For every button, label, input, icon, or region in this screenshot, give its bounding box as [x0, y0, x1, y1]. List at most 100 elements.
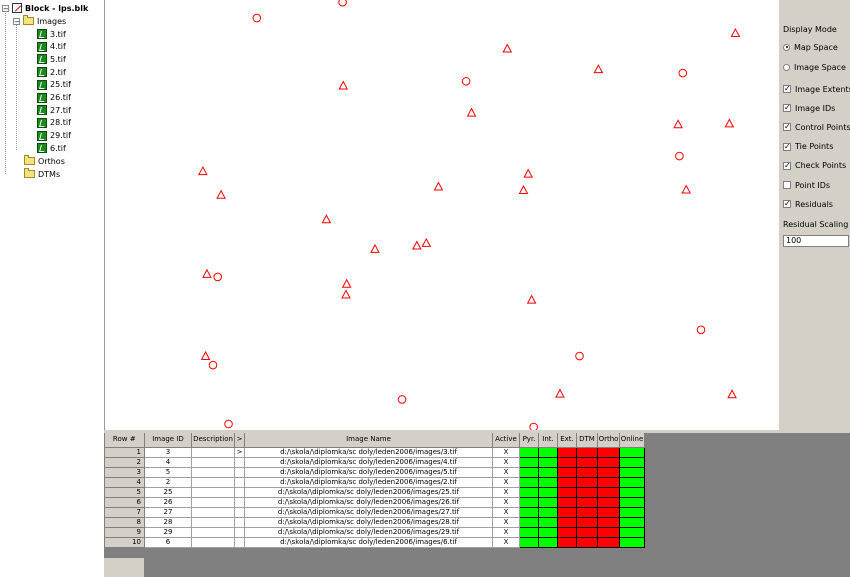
table-row[interactable]: 10 6 d:/\skola/\diplomka/sc doly/leden2006…	[104, 536, 645, 548]
active-cell[interactable]: X	[492, 446, 520, 458]
display-option[interactable]: ✓ Check Points	[783, 160, 846, 172]
column-header[interactable]: DTM	[576, 433, 598, 448]
row-number[interactable]: 2	[104, 456, 145, 468]
image-id-cell[interactable]: 28	[144, 516, 192, 528]
checkbox[interactable]	[783, 181, 791, 189]
checkbox[interactable]: ✓	[783, 142, 791, 151]
checkbox[interactable]: ✓	[783, 123, 791, 132]
active-cell[interactable]: X	[492, 516, 520, 528]
image-id-cell[interactable]: 27	[144, 506, 192, 518]
control-point-marker[interactable]	[681, 184, 692, 194]
tree-node-images[interactable]: − Images	[13, 15, 66, 27]
checkbox[interactable]: ✓	[783, 161, 791, 170]
description-cell[interactable]	[191, 486, 235, 498]
tree-item-image[interactable]: 28.tif	[37, 117, 71, 129]
control-point-marker[interactable]	[518, 184, 529, 194]
description-cell[interactable]	[191, 476, 235, 488]
image-id-cell[interactable]: 26	[144, 496, 192, 508]
row-number[interactable]: 6	[104, 496, 145, 508]
image-name-cell[interactable]: d:/\skola/\diplomka/sc doly/leden2006/im…	[244, 536, 493, 548]
control-point-marker[interactable]	[421, 237, 432, 247]
control-point-marker[interactable]	[370, 243, 380, 253]
radio-button[interactable]	[783, 43, 790, 51]
control-point-marker[interactable]	[555, 388, 565, 398]
display-option[interactable]: ✓ Residuals	[783, 198, 833, 210]
description-cell[interactable]	[191, 496, 235, 508]
active-cell[interactable]: X	[492, 526, 520, 538]
image-id-cell[interactable]: 5	[144, 466, 192, 478]
check-point-marker[interactable]	[338, 0, 347, 7]
control-point-marker[interactable]	[727, 389, 737, 399]
control-point-marker[interactable]	[202, 268, 212, 278]
row-number[interactable]: 5	[104, 486, 145, 498]
collapse-toggle[interactable]: −	[13, 17, 20, 25]
display-option[interactable]: ✓ Image Extents	[783, 83, 850, 95]
image-name-cell[interactable]: d:/\skola/\diplomka/sc doly/leden2006/im…	[244, 466, 493, 478]
table-row[interactable]: 6 26 d:/\skola/\diplomka/sc doly/leden2006…	[104, 496, 645, 508]
image-name-cell[interactable]: d:/\skola/\diplomka/sc doly/leden2006/im…	[244, 506, 493, 518]
check-point-marker[interactable]	[461, 76, 471, 86]
control-point-marker[interactable]	[412, 240, 422, 250]
image-name-cell[interactable]: d:/\skola/\diplomka/sc doly/leden2006/im…	[244, 456, 493, 468]
check-point-marker[interactable]	[675, 151, 684, 161]
tree-item-image[interactable]: 4.tif	[37, 41, 66, 53]
checkbox[interactable]: ✓	[783, 200, 791, 209]
active-cell[interactable]: X	[492, 496, 520, 508]
tree-item-image[interactable]: 3.tif	[37, 28, 66, 40]
table-row[interactable]: 2 4 d:/\skola/\diplomka/sc doly/leden2006/…	[104, 456, 645, 468]
active-cell[interactable]: X	[492, 466, 520, 478]
control-point-marker[interactable]	[466, 107, 477, 117]
control-point-marker[interactable]	[341, 278, 352, 288]
control-point-marker[interactable]	[502, 43, 513, 53]
control-point-marker[interactable]	[730, 27, 741, 38]
tree-node-block[interactable]: − Block - lps.blk	[2, 2, 88, 14]
column-header[interactable]: Ortho	[597, 433, 620, 448]
display-option[interactable]: ✓ Tie Points	[783, 141, 833, 153]
image-name-cell[interactable]: d:/\skola/\diplomka/sc doly/leden2006/im…	[244, 446, 493, 458]
checkbox[interactable]: ✓	[783, 85, 791, 93]
tree-item-image[interactable]: 6.tif	[37, 142, 66, 154]
control-point-marker[interactable]	[526, 294, 537, 304]
image-name-cell[interactable]: d:/\skola/\diplomka/sc doly/leden2006/im…	[244, 496, 493, 508]
row-number[interactable]: 8	[104, 516, 145, 528]
image-id-cell[interactable]: 3	[144, 446, 192, 458]
column-header[interactable]: Description	[191, 433, 235, 448]
table-row[interactable]: 3 5 d:/\skola/\diplomka/sc doly/leden2006/…	[104, 466, 645, 478]
column-header[interactable]: Row #	[104, 433, 145, 448]
column-header[interactable]: Ext.	[557, 433, 577, 448]
check-point-marker[interactable]	[529, 422, 538, 430]
active-cell[interactable]: X	[492, 486, 520, 498]
active-cell[interactable]: X	[492, 536, 520, 548]
tree-item-image[interactable]: 2.tif	[37, 66, 66, 78]
display-option[interactable]: ✓ Image IDs	[783, 102, 835, 114]
point-plot[interactable]	[105, 0, 780, 430]
row-number[interactable]: 10	[104, 536, 145, 548]
map-canvas[interactable]	[104, 0, 779, 430]
table-row[interactable]: 1 3 > d:/\skola/\diplomka/sc doly/leden2006…	[104, 446, 645, 458]
active-cell[interactable]: X	[492, 506, 520, 518]
image-id-cell[interactable]: 6	[144, 536, 192, 548]
image-name-cell[interactable]: d:/\skola/\diplomka/sc doly/leden2006/im…	[244, 526, 493, 538]
control-point-marker[interactable]	[198, 166, 208, 176]
control-point-marker[interactable]	[673, 119, 683, 129]
display-mode-option[interactable]: Image Space	[783, 61, 846, 73]
check-point-marker[interactable]	[696, 325, 706, 335]
column-header[interactable]: Int.	[538, 433, 558, 448]
control-point-marker[interactable]	[338, 80, 349, 90]
row-number[interactable]: 3	[104, 466, 145, 478]
image-id-cell[interactable]: 4	[144, 456, 192, 468]
description-cell[interactable]	[191, 516, 235, 528]
table-row[interactable]: 9 29 d:/\skola/\diplomka/sc doly/leden2006…	[104, 526, 645, 538]
description-cell[interactable]	[191, 526, 235, 538]
row-number[interactable]: 9	[104, 526, 145, 538]
control-point-marker[interactable]	[523, 168, 534, 178]
tree-item-image[interactable]: 29.tif	[37, 130, 71, 142]
column-header[interactable]: Online	[619, 433, 645, 448]
row-number[interactable]: 7	[104, 506, 145, 518]
description-cell[interactable]	[191, 456, 235, 468]
active-cell[interactable]: X	[492, 456, 520, 468]
table-row[interactable]: 8 28 d:/\skola/\diplomka/sc doly/leden2006…	[104, 516, 645, 528]
column-header[interactable]: Image ID	[144, 433, 192, 448]
row-number[interactable]: 1	[104, 446, 145, 458]
control-point-marker[interactable]	[593, 64, 604, 74]
